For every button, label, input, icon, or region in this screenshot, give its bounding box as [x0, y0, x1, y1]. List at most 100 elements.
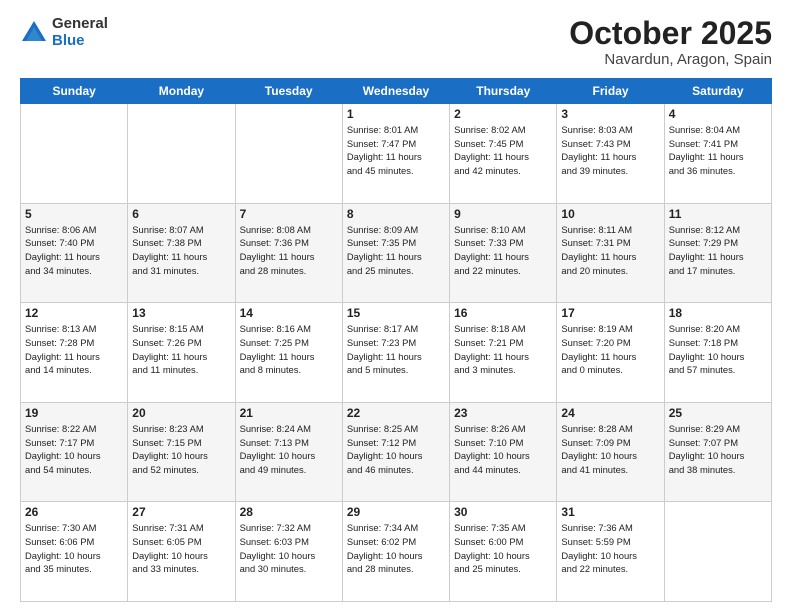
calendar-cell: 15 Sunrise: 8:17 AM Sunset: 7:23 PM Dayli… [342, 303, 449, 403]
title-location: Navardun, Aragon, Spain [569, 51, 772, 68]
day-number: 26 [25, 505, 123, 519]
day-number: 18 [669, 306, 767, 320]
calendar-cell [128, 104, 235, 204]
day-info: Sunrise: 8:20 AM Sunset: 7:18 PM Dayligh… [669, 322, 767, 377]
day-info: Sunrise: 8:12 AM Sunset: 7:29 PM Dayligh… [669, 223, 767, 278]
calendar-cell: 9Sunrise: 8:10 AM Sunset: 7:33 PM Daylig… [450, 203, 557, 303]
day-number: 15 [347, 306, 445, 320]
calendar-cell: 20 Sunrise: 8:23 AM Sunset: 7:15 PM Dayli… [128, 402, 235, 502]
calendar-cell: 1Sunrise: 8:01 AM Sunset: 7:47 PM Daylig… [342, 104, 449, 204]
calendar-cell: 7 Sunrise: 8:08 AM Sunset: 7:36 PM Daylig… [235, 203, 342, 303]
calendar-cell: 2 Sunrise: 8:02 AM Sunset: 7:45 PM Daylig… [450, 104, 557, 204]
calendar-cell: 24 Sunrise: 8:28 AM Sunset: 7:09 PM Dayli… [557, 402, 664, 502]
day-number: 31 [561, 505, 659, 519]
calendar-week-row: 12 Sunrise: 8:13 AM Sunset: 7:28 PM Dayli… [21, 303, 772, 403]
calendar-cell: 27 Sunrise: 7:31 AM Sunset: 6:05 PM Dayli… [128, 502, 235, 602]
day-info: Sunrise: 8:09 AM Sunset: 7:35 PM Dayligh… [347, 223, 445, 278]
day-number: 14 [240, 306, 338, 320]
day-info: Sunrise: 8:18 AM Sunset: 7:21 PM Dayligh… [454, 322, 552, 377]
calendar-cell: 17Sunrise: 8:19 AM Sunset: 7:20 PM Dayli… [557, 303, 664, 403]
calendar-cell: 12 Sunrise: 8:13 AM Sunset: 7:28 PM Dayli… [21, 303, 128, 403]
logo-blue-text: Blue [52, 33, 108, 50]
day-number: 29 [347, 505, 445, 519]
day-number: 25 [669, 406, 767, 420]
day-number: 22 [347, 406, 445, 420]
day-info: Sunrise: 8:03 AM Sunset: 7:43 PM Dayligh… [561, 123, 659, 178]
day-number: 27 [132, 505, 230, 519]
header: General Blue October 2025 Navardun, Arag… [20, 16, 772, 68]
day-info: Sunrise: 8:13 AM Sunset: 7:28 PM Dayligh… [25, 322, 123, 377]
day-number: 28 [240, 505, 338, 519]
day-info: Sunrise: 7:30 AM Sunset: 6:06 PM Dayligh… [25, 521, 123, 576]
day-number: 1 [347, 107, 445, 121]
calendar-cell: 4 Sunrise: 8:04 AM Sunset: 7:41 PM Daylig… [664, 104, 771, 204]
calendar-cell: 30Sunrise: 7:35 AM Sunset: 6:00 PM Dayli… [450, 502, 557, 602]
logo-text: General Blue [52, 16, 108, 49]
calendar-cell: 21 Sunrise: 8:24 AM Sunset: 7:13 PM Dayli… [235, 402, 342, 502]
calendar-cell [235, 104, 342, 204]
calendar-week-row: 1Sunrise: 8:01 AM Sunset: 7:47 PM Daylig… [21, 104, 772, 204]
calendar-cell: 3 Sunrise: 8:03 AM Sunset: 7:43 PM Daylig… [557, 104, 664, 204]
calendar-cell: 23 Sunrise: 8:26 AM Sunset: 7:10 PM Dayli… [450, 402, 557, 502]
day-number: 12 [25, 306, 123, 320]
day-number: 23 [454, 406, 552, 420]
calendar-week-row: 5Sunrise: 8:06 AM Sunset: 7:40 PM Daylig… [21, 203, 772, 303]
calendar-cell: 10Sunrise: 8:11 AM Sunset: 7:31 PM Dayli… [557, 203, 664, 303]
calendar-header-friday: Friday [557, 79, 664, 104]
calendar-week-row: 26 Sunrise: 7:30 AM Sunset: 6:06 PM Dayli… [21, 502, 772, 602]
calendar-header-saturday: Saturday [664, 79, 771, 104]
day-number: 21 [240, 406, 338, 420]
calendar-cell: 16 Sunrise: 8:18 AM Sunset: 7:21 PM Dayli… [450, 303, 557, 403]
day-info: Sunrise: 8:26 AM Sunset: 7:10 PM Dayligh… [454, 422, 552, 477]
day-info: Sunrise: 8:24 AM Sunset: 7:13 PM Dayligh… [240, 422, 338, 477]
day-info: Sunrise: 8:11 AM Sunset: 7:31 PM Dayligh… [561, 223, 659, 278]
day-info: Sunrise: 8:22 AM Sunset: 7:17 PM Dayligh… [25, 422, 123, 477]
calendar-cell: 6 Sunrise: 8:07 AM Sunset: 7:38 PM Daylig… [128, 203, 235, 303]
calendar-cell: 31 Sunrise: 7:36 AM Sunset: 5:59 PM Dayli… [557, 502, 664, 602]
calendar-cell: 13 Sunrise: 8:15 AM Sunset: 7:26 PM Dayli… [128, 303, 235, 403]
day-info: Sunrise: 8:15 AM Sunset: 7:26 PM Dayligh… [132, 322, 230, 377]
day-number: 9 [454, 207, 552, 221]
calendar-cell: 25 Sunrise: 8:29 AM Sunset: 7:07 PM Dayli… [664, 402, 771, 502]
day-info: Sunrise: 8:19 AM Sunset: 7:20 PM Dayligh… [561, 322, 659, 377]
day-info: Sunrise: 7:36 AM Sunset: 5:59 PM Dayligh… [561, 521, 659, 576]
day-info: Sunrise: 7:31 AM Sunset: 6:05 PM Dayligh… [132, 521, 230, 576]
day-info: Sunrise: 7:35 AM Sunset: 6:00 PM Dayligh… [454, 521, 552, 576]
page: General Blue October 2025 Navardun, Arag… [0, 0, 792, 612]
title-month: October 2025 [569, 16, 772, 51]
day-number: 19 [25, 406, 123, 420]
day-number: 7 [240, 207, 338, 221]
calendar-cell: 22 Sunrise: 8:25 AM Sunset: 7:12 PM Dayli… [342, 402, 449, 502]
calendar-header-wednesday: Wednesday [342, 79, 449, 104]
day-number: 2 [454, 107, 552, 121]
calendar-header-monday: Monday [128, 79, 235, 104]
calendar-cell [664, 502, 771, 602]
day-info: Sunrise: 8:23 AM Sunset: 7:15 PM Dayligh… [132, 422, 230, 477]
day-info: Sunrise: 8:08 AM Sunset: 7:36 PM Dayligh… [240, 223, 338, 278]
title-block: October 2025 Navardun, Aragon, Spain [569, 16, 772, 68]
day-number: 16 [454, 306, 552, 320]
day-number: 24 [561, 406, 659, 420]
day-number: 4 [669, 107, 767, 121]
calendar-cell: 5Sunrise: 8:06 AM Sunset: 7:40 PM Daylig… [21, 203, 128, 303]
day-info: Sunrise: 8:02 AM Sunset: 7:45 PM Dayligh… [454, 123, 552, 178]
day-number: 8 [347, 207, 445, 221]
day-number: 13 [132, 306, 230, 320]
day-number: 6 [132, 207, 230, 221]
day-info: Sunrise: 8:04 AM Sunset: 7:41 PM Dayligh… [669, 123, 767, 178]
day-info: Sunrise: 8:29 AM Sunset: 7:07 PM Dayligh… [669, 422, 767, 477]
day-info: Sunrise: 8:25 AM Sunset: 7:12 PM Dayligh… [347, 422, 445, 477]
day-number: 3 [561, 107, 659, 121]
calendar-week-row: 19 Sunrise: 8:22 AM Sunset: 7:17 PM Dayli… [21, 402, 772, 502]
day-number: 20 [132, 406, 230, 420]
day-info: Sunrise: 8:28 AM Sunset: 7:09 PM Dayligh… [561, 422, 659, 477]
day-info: Sunrise: 7:32 AM Sunset: 6:03 PM Dayligh… [240, 521, 338, 576]
day-info: Sunrise: 8:07 AM Sunset: 7:38 PM Dayligh… [132, 223, 230, 278]
calendar-header-row: SundayMondayTuesdayWednesdayThursdayFrid… [21, 79, 772, 104]
calendar-header-sunday: Sunday [21, 79, 128, 104]
day-info: Sunrise: 8:16 AM Sunset: 7:25 PM Dayligh… [240, 322, 338, 377]
day-info: Sunrise: 8:17 AM Sunset: 7:23 PM Dayligh… [347, 322, 445, 377]
calendar-cell: 8 Sunrise: 8:09 AM Sunset: 7:35 PM Daylig… [342, 203, 449, 303]
day-number: 11 [669, 207, 767, 221]
logo-general-text: General [52, 16, 108, 33]
